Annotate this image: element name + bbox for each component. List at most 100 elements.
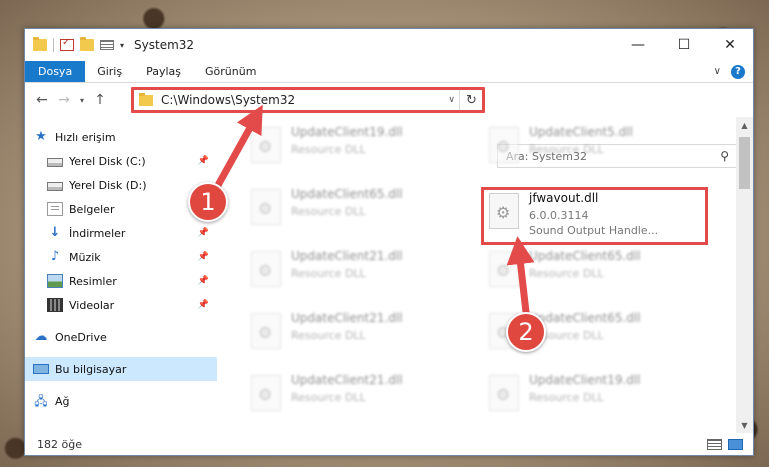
list-item[interactable]: UpdateClient21.dll Resource DLL xyxy=(247,371,467,429)
minimize-button[interactable]: — xyxy=(615,29,661,61)
sidebar-item-quick-access[interactable]: ★ Hızlı erişim xyxy=(25,125,217,149)
list-item[interactable]: UpdateClient21.dll Resource DLL xyxy=(247,247,467,305)
pin-icon[interactable]: 📌 xyxy=(198,252,209,262)
computer-icon xyxy=(33,364,49,374)
list-item[interactable]: UpdateClient19.dll Resource DLL xyxy=(485,371,705,429)
drive-icon xyxy=(47,158,63,167)
scroll-up-icon[interactable]: ▲ xyxy=(736,117,753,133)
sidebar-item-local-disk-c[interactable]: Yerel Disk (C:) 📌 xyxy=(25,149,217,173)
sidebar-item-label: Ağ xyxy=(55,394,70,408)
list-item[interactable]: UpdateClient19.dll Resource DLL xyxy=(247,123,467,181)
dll-file-icon xyxy=(489,193,519,229)
window-controls: — ☐ ✕ xyxy=(615,29,753,61)
back-arrow-icon[interactable]: ← xyxy=(31,92,53,108)
videos-icon xyxy=(47,298,63,312)
new-folder-icon[interactable] xyxy=(80,37,94,51)
customize-toolbar-chevron-icon[interactable]: ▾ xyxy=(120,41,124,50)
window-title: System32 xyxy=(134,38,195,52)
file-text: UpdateClient21.dll Resource DLL xyxy=(291,311,403,342)
sidebar-item-label: Müzik xyxy=(69,250,101,264)
file-description: Resource DLL xyxy=(529,391,604,404)
address-path[interactable]: C:\Windows\System32 xyxy=(161,93,295,107)
maximize-button[interactable]: ☐ xyxy=(661,29,707,61)
dll-file-icon xyxy=(251,251,281,287)
sidebar-item-local-disk-d[interactable]: Yerel Disk (D:) xyxy=(25,173,217,197)
step-2-badge: 2 xyxy=(506,312,546,352)
documents-icon xyxy=(47,202,63,216)
quick-access-toolbar: ▾ xyxy=(25,37,124,52)
sidebar-item-onedrive[interactable]: ☁ OneDrive xyxy=(25,325,217,349)
tab-view[interactable]: Görünüm xyxy=(193,61,268,82)
details-view-icon[interactable] xyxy=(707,438,722,450)
drive-icon xyxy=(47,182,63,191)
sidebar-item-label: Resimler xyxy=(69,274,117,288)
file-name: UpdateClient65.dll xyxy=(291,187,403,201)
scroll-down-icon[interactable]: ▼ xyxy=(736,417,753,433)
pin-icon[interactable]: 📌 xyxy=(198,276,209,286)
tab-share[interactable]: Paylaş xyxy=(134,61,193,82)
item-count: 182 öğe xyxy=(37,437,82,451)
dll-file-icon xyxy=(489,127,519,163)
sidebar-item-pictures[interactable]: Resimler 📌 xyxy=(25,269,217,293)
file-name: UpdateClient21.dll xyxy=(291,373,403,387)
file-text: UpdateClient19.dll Resource DLL xyxy=(529,373,641,404)
pin-icon[interactable]: 📌 xyxy=(198,156,209,166)
file-name: UpdateClient65.dll xyxy=(529,311,641,325)
address-folder-icon xyxy=(139,92,153,106)
dll-file-icon xyxy=(251,313,281,349)
sidebar-item-music[interactable]: ♪ Müzik 📌 xyxy=(25,245,217,269)
toolbar-divider xyxy=(53,38,54,52)
highlighted-file-item[interactable]: jfwavout.dll 6.0.0.3114 Sound Output Han… xyxy=(485,189,705,247)
help-icon[interactable]: ? xyxy=(731,64,745,79)
up-arrow-icon[interactable]: ↑ xyxy=(89,92,111,108)
vertical-scrollbar[interactable]: ▲ ▼ xyxy=(736,117,753,433)
address-bar[interactable]: C:\Windows\System32 ∨ ↻ xyxy=(132,88,484,112)
scroll-thumb[interactable] xyxy=(739,137,750,189)
file-description: Sound Output Handle... xyxy=(529,224,659,237)
recent-locations-chevron-icon[interactable]: ▾ xyxy=(75,96,89,105)
navigation-bar: ← → ▾ ↑ C:\Windows\System32 ∨ ↻ Ara: Sys… xyxy=(25,85,753,168)
step-1-badge: 1 xyxy=(188,182,228,222)
list-item[interactable]: UpdateClient21.dll Resource DLL xyxy=(247,309,467,367)
pin-icon[interactable]: 📌 xyxy=(198,300,209,310)
expand-ribbon-chevron-icon[interactable]: ∨ xyxy=(714,66,721,77)
sidebar-item-label: OneDrive xyxy=(55,330,107,344)
file-description: Resource DLL xyxy=(291,391,366,404)
tab-home[interactable]: Giriş xyxy=(85,61,134,82)
large-icons-view-icon[interactable] xyxy=(728,438,743,450)
folder-icon xyxy=(33,37,47,51)
forward-arrow-icon[interactable]: → xyxy=(53,92,75,108)
list-item[interactable]: UpdateClient5.dll Resource DLL xyxy=(485,123,705,181)
pin-icon[interactable]: 📌 xyxy=(198,228,209,238)
sidebar-item-videos[interactable]: Videolar 📌 xyxy=(25,293,217,317)
file-description: Resource DLL xyxy=(529,267,604,280)
file-name: jfwavout.dll xyxy=(529,191,599,205)
star-icon: ★ xyxy=(35,129,47,144)
cloud-icon: ☁ xyxy=(34,329,48,344)
view-switcher xyxy=(707,438,743,450)
navigation-pane: ★ Hızlı erişim Yerel Disk (C:) 📌 Yerel D… xyxy=(25,125,217,433)
file-text: UpdateClient19.dll Resource DLL xyxy=(291,125,403,156)
list-item[interactable]: UpdateClient65.dll Resource DLL xyxy=(247,185,467,243)
list-item[interactable]: UpdateClient65.dll Resource DLL xyxy=(485,247,705,305)
file-version: 6.0.0.3114 xyxy=(529,209,589,222)
file-text: UpdateClient21.dll Resource DLL xyxy=(291,373,403,404)
tab-file[interactable]: Dosya xyxy=(25,61,86,82)
file-text: jfwavout.dll 6.0.0.3114 Sound Output Han… xyxy=(529,191,658,237)
sidebar-item-downloads[interactable]: ↓ İndirmeler 📌 xyxy=(25,221,217,245)
sidebar-item-label: Belgeler xyxy=(69,202,115,216)
close-button[interactable]: ✕ xyxy=(707,29,753,61)
view-options-icon[interactable] xyxy=(100,40,114,50)
dll-file-icon xyxy=(489,251,519,287)
title-bar: ▾ System32 — ☐ ✕ xyxy=(25,29,753,61)
refresh-icon[interactable]: ↻ xyxy=(459,89,483,111)
file-description: Resource DLL xyxy=(291,205,366,218)
sidebar-item-network[interactable]: 🖧 Ağ xyxy=(25,389,217,413)
address-dropdown-chevron-icon[interactable]: ∨ xyxy=(448,95,455,105)
properties-check-icon[interactable] xyxy=(60,37,74,51)
sidebar-item-this-pc[interactable]: Bu bilgisayar xyxy=(25,357,217,381)
dll-file-icon xyxy=(489,375,519,411)
